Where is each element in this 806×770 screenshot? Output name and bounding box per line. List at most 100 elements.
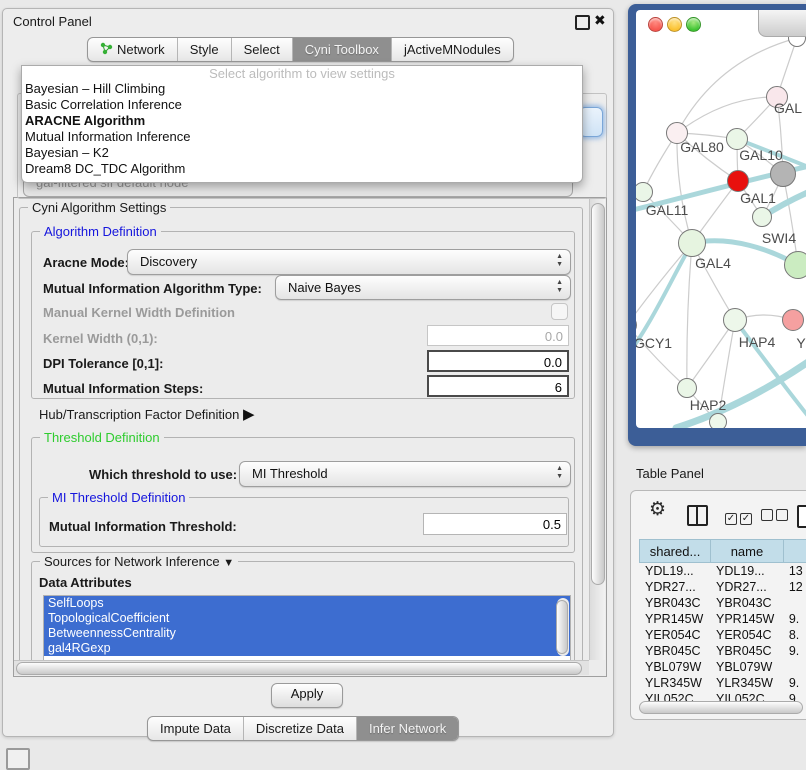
- table-cell: 8.: [783, 627, 806, 643]
- network-node-swi4[interactable]: [752, 207, 772, 227]
- table-row[interactable]: YBR043CYBR043C: [639, 595, 806, 611]
- table-cell: 9.: [783, 611, 806, 627]
- settings-vscroll-thumb[interactable]: [591, 203, 605, 585]
- table-cell: YPR145W: [710, 611, 783, 627]
- restore-panel-icon[interactable]: [6, 748, 30, 770]
- table-panel: ⚙ ✓✓ shared...nameYDL19...YDL19...13YDR2…: [630, 490, 806, 720]
- tab-label: Select: [244, 42, 280, 57]
- chevron-right-icon: ▶: [243, 406, 255, 423]
- tab-label: Network: [117, 42, 165, 57]
- table-cell: YBL079W: [639, 659, 710, 675]
- gear-icon[interactable]: ⚙: [649, 501, 666, 519]
- manual-kernel-checkbox[interactable]: [551, 303, 568, 320]
- network-node[interactable]: [784, 251, 806, 279]
- tab-select[interactable]: Select: [232, 38, 293, 61]
- hub-section-toggle[interactable]: Hub/Transcription Factor Definition ▶: [39, 405, 255, 423]
- attribute-item-betweennesscentrality[interactable]: BetweennessCentrality: [44, 626, 570, 641]
- network-node[interactable]: [770, 161, 796, 187]
- table-row[interactable]: YBR045CYBR045C9.: [639, 643, 806, 659]
- attributes-scrollbar[interactable]: [557, 598, 569, 656]
- mi-steps-field[interactable]: 6: [427, 375, 569, 397]
- table-cell: 9.: [783, 643, 806, 659]
- algorithm-popup-hint: Select algorithm to view settings: [22, 66, 582, 81]
- network-node-hap4[interactable]: [723, 308, 747, 332]
- network-node[interactable]: [709, 413, 727, 428]
- tab-label: Discretize Data: [256, 721, 344, 736]
- column-header-clipped[interactable]: [783, 539, 806, 563]
- cyni-algorithm-settings-title: Cyni Algorithm Settings: [28, 200, 170, 215]
- dpi-tolerance-field[interactable]: 0.0: [427, 350, 569, 372]
- table-row[interactable]: YPR145WYPR145W9.: [639, 611, 806, 627]
- network-node-hap2[interactable]: [677, 378, 697, 398]
- which-threshold-combo[interactable]: MI Threshold ▲▼: [239, 461, 571, 487]
- table-row[interactable]: YDR27...YDR27...12: [639, 579, 806, 595]
- table-row[interactable]: YLR345WYLR345W9.: [639, 675, 806, 691]
- tab-infer-network[interactable]: Infer Network: [357, 717, 458, 740]
- mi-steps-label: Mutual Information Steps:: [43, 381, 203, 396]
- kernel-width-field[interactable]: 0.0: [427, 325, 569, 346]
- mi-threshold-group-title: MI Threshold Definition: [48, 490, 189, 505]
- settings-vertical-scrollbar[interactable]: [589, 198, 605, 660]
- attribute-item-selfloops[interactable]: SelfLoops: [44, 596, 570, 611]
- table-cell: YDR27...: [710, 579, 783, 595]
- network-node-gal4[interactable]: [678, 229, 706, 257]
- network-node-y[interactable]: [782, 309, 804, 331]
- algorithm-option-basic-correlation-inference[interactable]: Basic Correlation Inference: [25, 97, 579, 113]
- node-label: GAL11: [646, 202, 689, 218]
- float-window-icon[interactable]: [575, 15, 590, 30]
- data-attributes-list[interactable]: SelfLoopsTopologicalCoefficientBetweenne…: [43, 595, 571, 661]
- algorithm-definition-title: Algorithm Definition: [40, 224, 161, 239]
- hub-section-label: Hub/Transcription Factor Definition: [39, 407, 239, 422]
- table-cell: 13: [783, 563, 806, 579]
- table-row[interactable]: YDL19...YDL19...13: [639, 563, 806, 579]
- select-columns-icon[interactable]: ✓✓: [725, 508, 755, 526]
- tab-cyni-toolbox[interactable]: Cyni Toolbox: [293, 38, 392, 61]
- column-header-shared[interactable]: shared...: [639, 539, 710, 563]
- node-table[interactable]: shared...nameYDL19...YDL19...13YDR27...Y…: [639, 539, 806, 707]
- tab-label: Infer Network: [369, 721, 446, 736]
- aracne-mode-combo[interactable]: Discovery ▲▼: [127, 249, 571, 275]
- network-canvas[interactable]: GALGAL80GAL10GAL1GAL11SWI4GAL4HAP4GCY1YH…: [636, 10, 806, 428]
- sources-group-title: Sources for Network Inference ▼: [40, 554, 238, 569]
- file-icon[interactable]: [797, 505, 806, 528]
- window-close-button[interactable]: [648, 17, 663, 32]
- table-panel-title: Table Panel: [636, 466, 704, 481]
- node-label: GAL1: [740, 190, 776, 206]
- column-header-name[interactable]: name: [710, 539, 783, 563]
- tab-impute-data[interactable]: Impute Data: [148, 717, 244, 740]
- window-zoom-button[interactable]: [686, 17, 701, 32]
- tab-style[interactable]: Style: [178, 38, 232, 61]
- algorithm-option-bayesian-k2[interactable]: Bayesian – K2: [25, 145, 579, 161]
- tab-jactivemnodules[interactable]: jActiveMNodules: [392, 38, 513, 61]
- close-icon[interactable]: ✖: [594, 12, 606, 29]
- algorithm-option-mutual-information-inference[interactable]: Mutual Information Inference: [25, 129, 579, 145]
- table-hscroll-thumb[interactable]: [639, 701, 803, 714]
- mi-threshold-field[interactable]: 0.5: [423, 513, 567, 535]
- network-icon: [100, 42, 113, 58]
- attribute-item-topologicalcoefficient[interactable]: TopologicalCoefficient: [44, 611, 570, 626]
- control-panel-title: Control Panel: [13, 14, 92, 29]
- table-cell: YDR27...: [639, 579, 710, 595]
- attribute-item-gal4rgexp[interactable]: gal4RGexp: [44, 641, 570, 656]
- deselect-columns-icon[interactable]: [761, 508, 791, 526]
- tab-label: Cyni Toolbox: [305, 42, 379, 57]
- mi-type-combo[interactable]: Naive Bayes ▲▼: [275, 275, 571, 300]
- settings-horizontal-scrollbar[interactable]: [14, 660, 589, 675]
- window-minimize-button[interactable]: [667, 17, 682, 32]
- chevron-down-icon[interactable]: ▼: [223, 557, 234, 569]
- algorithm-option-dream8-dc-tdc-algorithm[interactable]: Dream8 DC_TDC Algorithm: [25, 161, 579, 177]
- network-node-gal1[interactable]: [727, 170, 749, 192]
- data-attributes-label: Data Attributes: [39, 575, 132, 590]
- tab-network[interactable]: Network: [88, 38, 178, 61]
- columns-icon[interactable]: [687, 505, 708, 526]
- node-label: GCY1: [636, 335, 672, 351]
- apply-button[interactable]: Apply: [271, 683, 343, 708]
- settings-hscroll-thumb[interactable]: [16, 662, 582, 675]
- algorithm-option-bayesian-hill-climbing[interactable]: Bayesian – Hill Climbing: [25, 81, 579, 97]
- table-row[interactable]: YBL079WYBL079W: [639, 659, 806, 675]
- algorithm-option-aracne-algorithm[interactable]: ARACNE Algorithm: [25, 113, 579, 129]
- tab-discretize-data[interactable]: Discretize Data: [244, 717, 357, 740]
- node-label: HAP4: [739, 334, 776, 350]
- table-row[interactable]: YER054CYER054C8.: [639, 627, 806, 643]
- manual-kernel-label: Manual Kernel Width Definition: [43, 305, 235, 320]
